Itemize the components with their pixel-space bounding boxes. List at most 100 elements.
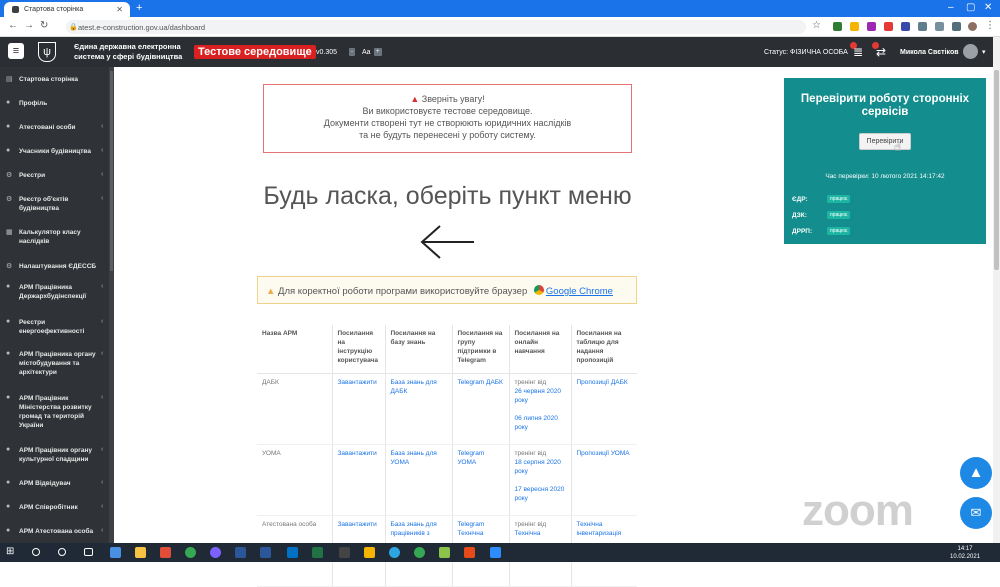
test-environment-badge: Тестове середовище — [194, 45, 316, 59]
help-warning-button[interactable]: ▲ — [960, 457, 992, 489]
sidebar-item-label: АРМ Працівник органу культурної спадщини — [19, 447, 93, 463]
hand-cursor-icon: ☝ — [894, 140, 902, 154]
browser-tab[interactable]: Стартова сторінка ✕ — [4, 2, 130, 17]
app-icon[interactable] — [110, 547, 121, 558]
instruction-link[interactable]: Завантажити — [338, 521, 377, 528]
knowledge-base-link[interactable]: База знань для ДАБК — [391, 379, 437, 395]
app-icon[interactable] — [464, 547, 475, 558]
app-icon[interactable] — [160, 547, 171, 558]
font-increase-button[interactable]: + — [374, 48, 382, 56]
outlook-icon[interactable] — [287, 547, 298, 558]
chevron-left-icon: ‹ — [101, 283, 104, 290]
extensions-puzzle-icon[interactable] — [952, 22, 961, 31]
sidebar-scrollbar-thumb[interactable] — [110, 71, 113, 271]
chevron-left-icon: ‹ — [101, 479, 104, 486]
extension-icon[interactable] — [884, 22, 893, 31]
service-row: ЄДР: працює — [792, 195, 851, 203]
chrome-link[interactable]: Google Chrome — [546, 286, 613, 297]
avatar[interactable] — [963, 44, 978, 59]
instruction-link[interactable]: Завантажити — [338, 450, 377, 457]
task-view-icon[interactable] — [84, 548, 93, 556]
telegram-link[interactable]: Telegram УОМА — [458, 450, 485, 466]
chevron-left-icon: ‹ — [101, 446, 104, 453]
new-tab-icon[interactable]: + — [136, 2, 142, 14]
chevron-left-icon: ‹ — [101, 527, 104, 534]
taskbar-clock[interactable]: 14:17 10.02.2021 — [950, 545, 980, 561]
telegram-link[interactable]: Telegram Технічна — [458, 521, 485, 537]
extension-icon[interactable] — [935, 22, 944, 31]
font-decrease-button[interactable]: - — [349, 48, 355, 56]
training-label: тренінг від — [514, 520, 547, 528]
word-icon[interactable] — [260, 547, 271, 558]
explorer-icon[interactable] — [135, 547, 146, 558]
version-label: v0.305 — [316, 49, 338, 56]
forward-icon[interactable]: → — [24, 20, 34, 31]
reload-icon[interactable]: ↻ — [40, 20, 48, 31]
star-icon[interactable]: ☆ — [812, 20, 821, 31]
instruction-link[interactable]: Завантажити — [338, 379, 377, 386]
hamburger-menu-icon[interactable]: ≡ — [8, 43, 24, 59]
sidebar-item-label: Калькулятор класу наслідків — [19, 229, 81, 245]
training-link[interactable]: 18 серпня 2020 року — [515, 459, 561, 475]
extension-icon[interactable] — [850, 22, 859, 31]
training-link[interactable]: 17 вересня 2020 року — [515, 486, 565, 502]
app-icon[interactable] — [339, 547, 350, 558]
zoom-watermark: zoom — [802, 486, 914, 535]
chevron-down-icon[interactable]: ▾ — [982, 48, 986, 56]
minimize-icon[interactable]: – — [948, 2, 954, 13]
user-name[interactable]: Микола Свєтіков — [900, 49, 959, 56]
sidebar: ▤ Стартова сторінка ● Профіль ● Атестовані ос… — [0, 67, 114, 543]
browser-menu-icon[interactable]: ⋮ — [985, 20, 995, 31]
knowledge-base-link[interactable]: База знань для працівників з — [391, 521, 437, 537]
chrome-icon[interactable] — [414, 547, 425, 558]
notice-title: Зверніть увагу! — [421, 94, 485, 104]
clock-date: 10.02.2021 — [950, 554, 981, 560]
service-label: ДРРП: — [792, 228, 813, 235]
viber-icon[interactable] — [210, 547, 221, 558]
main-scrollbar-thumb[interactable] — [994, 70, 999, 270]
extension-icon[interactable] — [867, 22, 876, 31]
database-icon[interactable]: ≣ — [853, 45, 863, 59]
chevron-left-icon: ‹ — [101, 318, 104, 325]
training-link[interactable]: 06 липня 2020 року — [515, 415, 558, 431]
browser-tabbar: Стартова сторінка ✕ + – ▢ ✕ — [0, 0, 1000, 17]
app-icon[interactable] — [439, 547, 450, 558]
tab-close-icon[interactable]: ✕ — [116, 5, 123, 14]
exchange-icon[interactable]: ⇄ — [876, 45, 886, 59]
arm-name: ДАБК — [257, 373, 333, 445]
chat-button[interactable]: ✉ — [960, 497, 992, 529]
extension-icon[interactable] — [918, 22, 927, 31]
sidebar-item-label: АРМ Відвідувач — [19, 480, 71, 487]
user-icon: ● — [6, 147, 11, 154]
excel-icon[interactable] — [312, 547, 323, 558]
proposals-link[interactable]: Пропозиції УОМА — [577, 450, 630, 457]
windows-start-icon[interactable]: ⊞ — [6, 546, 17, 557]
services-title: Перевірити роботу сторонніх сервісів — [800, 93, 970, 118]
app-icon[interactable] — [364, 547, 375, 558]
training-link[interactable]: Технічна — [515, 530, 541, 537]
telegram-icon[interactable] — [389, 547, 400, 558]
back-icon[interactable]: ← — [8, 20, 18, 31]
search-icon[interactable] — [32, 548, 40, 556]
proposals-link[interactable]: Пропозиції ДАБК — [577, 379, 628, 386]
maximize-icon[interactable]: ▢ — [966, 2, 975, 13]
profile-icon[interactable] — [968, 22, 977, 31]
user-status: Статус: ФІЗИЧНА ОСОБА — [764, 49, 848, 56]
gear-icon: ⚙ — [6, 172, 13, 179]
check-services-button[interactable]: Перевірити — [859, 133, 911, 150]
telegram-link[interactable]: Telegram ДАБК — [458, 379, 503, 386]
extension-icon[interactable] — [833, 22, 842, 31]
knowledge-base-link[interactable]: База знань для УОМА — [391, 450, 437, 466]
extension-icon[interactable] — [901, 22, 910, 31]
word-icon[interactable] — [235, 547, 246, 558]
chrome-icon[interactable] — [185, 547, 196, 558]
zoom-icon[interactable] — [490, 547, 501, 558]
training-link[interactable]: 26 червня 2020 року — [515, 388, 561, 404]
proposals-link[interactable]: Технічна інвентаризація — [577, 521, 622, 537]
sidebar-item-label: АРМ Співробітник — [19, 504, 78, 511]
cortana-icon[interactable] — [58, 548, 66, 556]
service-label: ДЗК: — [792, 212, 807, 219]
close-window-icon[interactable]: ✕ — [984, 2, 992, 13]
url-field[interactable]: 🔒 atest.e-construction.gov.ua/dashboard — [66, 20, 806, 34]
service-row: ДЗК: працює — [792, 211, 851, 219]
